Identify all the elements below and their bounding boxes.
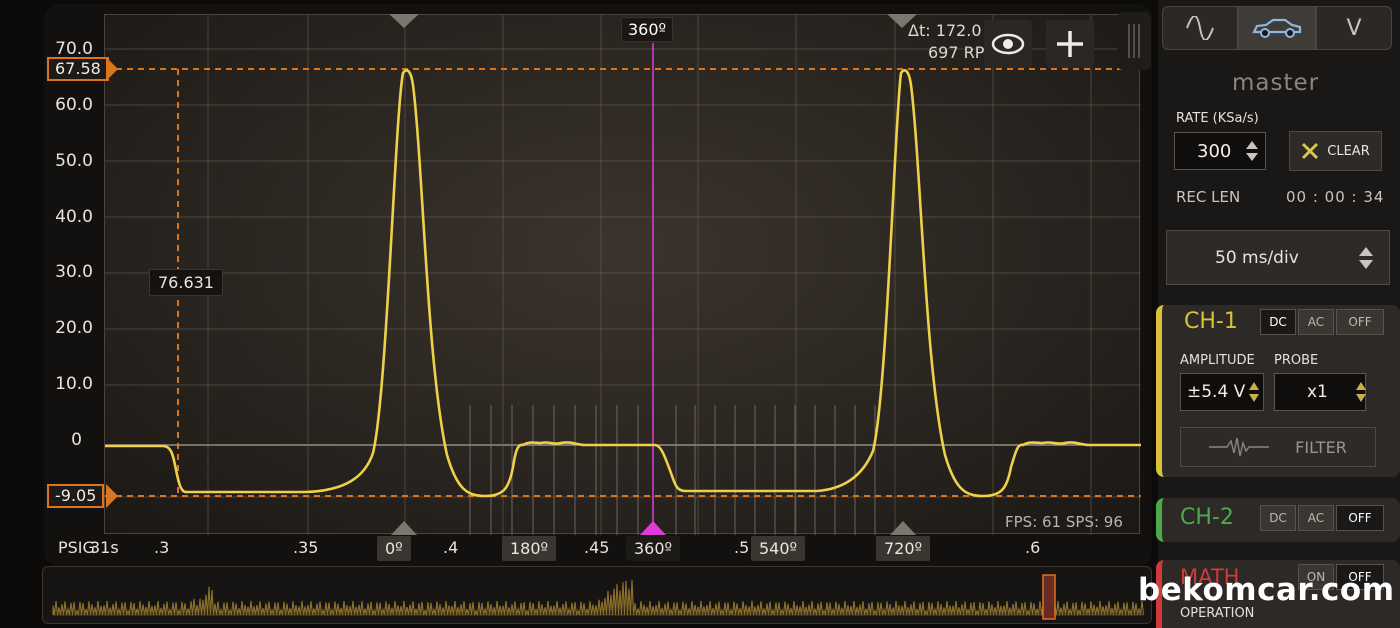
y-tick-30: 30.0 (55, 262, 93, 282)
x-tick-0.45: .45 (584, 538, 610, 557)
cursor-bottom-arrow-icon (640, 521, 666, 535)
angle-marker-720-arrow-icon (890, 521, 916, 535)
ch2-dc-button[interactable]: DC (1260, 505, 1296, 531)
waveform-svg (105, 15, 1141, 535)
y-tick-70: 70.0 (55, 39, 93, 59)
ch1-filter-label: FILTER (1295, 437, 1347, 457)
x-tick-0.35: .35 (293, 538, 319, 557)
panel-drag-handle[interactable] (1117, 12, 1151, 70)
ch1-off-button[interactable]: OFF (1336, 309, 1384, 335)
angle-marker-720[interactable]: 720º (876, 536, 931, 561)
rate-label: RATE (KSa/s) (1176, 111, 1259, 126)
angle-marker-0[interactable]: 0º (377, 536, 411, 561)
timebase-stepper-icon (1359, 247, 1373, 269)
ch1-probe-input[interactable]: x1 (1274, 373, 1366, 411)
timeline-overview[interactable] (42, 566, 1152, 624)
angle-marker-0-arrow-icon (391, 521, 417, 535)
rate-stepper-icon[interactable] (1245, 139, 1259, 163)
level-low-arrow-icon (106, 484, 118, 508)
timebase-value: 50 ms/div (1215, 247, 1299, 268)
car-icon (1252, 18, 1302, 38)
rec-len-value: 00 : 00 : 34 (1286, 188, 1385, 206)
angle-marker-540[interactable]: 540º (751, 536, 806, 561)
y-tick-20: 20.0 (55, 318, 93, 338)
y-tick-60: 60.0 (55, 95, 93, 115)
math-operation-label: OPERATION (1180, 606, 1255, 621)
close-x-icon (1302, 142, 1319, 160)
eye-icon (991, 33, 1025, 55)
ch2-off-button[interactable]: OFF (1336, 505, 1384, 531)
ch2-label: CH-2 (1180, 505, 1234, 530)
visibility-button[interactable] (984, 20, 1032, 68)
ch1-probe-value: x1 (1307, 382, 1328, 402)
ch1-ac-button[interactable]: AC (1298, 309, 1334, 335)
delta-t-readout: Δt: 172.0 (908, 21, 982, 40)
rate-input[interactable]: 300 (1174, 132, 1266, 170)
mode-volt-button[interactable]: V (1316, 6, 1392, 50)
ch1-amplitude-label: AMPLITUDE (1180, 353, 1255, 368)
waveform-plot[interactable]: 76.631 FPS: 61 SPS: 96 (104, 14, 1141, 535)
angle-marker-180[interactable]: 180º (502, 536, 557, 561)
peak-marker-top-left-icon[interactable] (389, 14, 419, 28)
plus-icon (1057, 31, 1083, 57)
y-tick-10: 10.0 (55, 374, 93, 394)
level-high-tag[interactable]: 67.58 (47, 57, 109, 81)
y-tick-0: 0 (71, 430, 82, 450)
rpm-readout: 697 RP (928, 43, 985, 62)
ch2-ac-button[interactable]: AC (1298, 505, 1334, 531)
amplitude-stepper-icon[interactable] (1248, 381, 1260, 403)
ch1-card: CH-1 DC AC OFF AMPLITUDE PROBE ±5.4 V x1… (1156, 305, 1400, 477)
watermark: bekomcar.com (1138, 572, 1395, 608)
ch1-amplitude-value: ±5.4 V (1187, 382, 1246, 402)
x-tick-0.4: .4 (443, 538, 459, 557)
mode-car-button[interactable] (1238, 6, 1316, 50)
timebase-select[interactable]: 50 ms/div (1166, 230, 1390, 285)
grip-icon (1128, 24, 1140, 58)
level-low-tag[interactable]: -9.05 (47, 484, 105, 508)
x-tick-0.3: .3 (154, 538, 170, 557)
value-marker: 76.631 (149, 269, 223, 296)
mode-volt-label: V (1346, 15, 1362, 41)
ch1-label: CH-1 (1184, 309, 1238, 334)
rec-len-label: REC LEN (1176, 188, 1241, 206)
add-button[interactable] (1046, 20, 1094, 68)
ch1-amplitude-input[interactable]: ±5.4 V (1180, 373, 1264, 411)
y-tick-40: 40.0 (55, 207, 93, 227)
ch2-card: CH-2 DC AC OFF (1156, 498, 1400, 542)
y-tick-50: 50.0 (55, 151, 93, 171)
mode-waveform-button[interactable] (1162, 6, 1238, 50)
cursor-angle-label[interactable]: 360º (621, 17, 674, 42)
rate-value: 300 (1197, 140, 1232, 162)
master-label: master (1232, 70, 1320, 96)
ch1-probe-label: PROBE (1274, 353, 1319, 368)
level-high-arrow-icon (106, 57, 118, 81)
probe-stepper-icon[interactable] (1355, 381, 1367, 403)
angle-marker-360[interactable]: 360º (626, 536, 681, 561)
ch1-dc-button[interactable]: DC (1260, 309, 1296, 335)
sine-wave-icon (1186, 16, 1214, 40)
clear-button[interactable]: CLEAR (1289, 131, 1382, 171)
signal-noise-icon (1209, 437, 1270, 457)
timeline-trace-svg (52, 574, 1145, 620)
time-readout: 31s (90, 538, 119, 557)
x-tick-0.5: .5 (734, 538, 750, 557)
x-tick-0.6: .6 (1025, 538, 1041, 557)
ch1-filter-button[interactable]: FILTER (1180, 427, 1376, 467)
clear-label: CLEAR (1327, 143, 1370, 159)
fps-sps-readout: FPS: 61 SPS: 96 (1005, 513, 1123, 531)
